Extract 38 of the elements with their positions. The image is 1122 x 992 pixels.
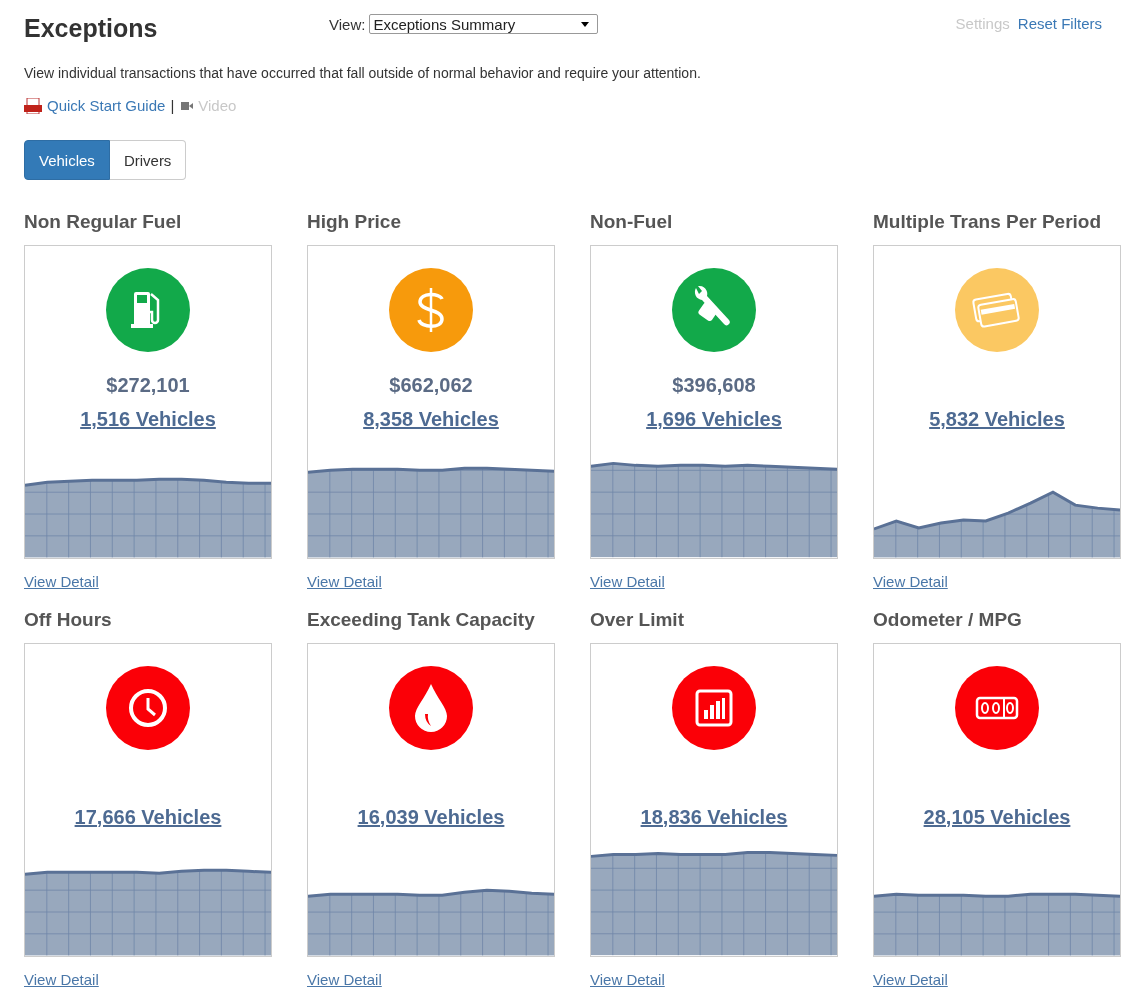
view-detail-link[interactable]: View Detail [307, 573, 382, 590]
card-title: Non Regular Fuel [24, 211, 182, 233]
vehicle-count-link[interactable]: 5,832 Vehicles [929, 408, 1065, 431]
view-select[interactable]: Exceptions Summary [369, 14, 599, 34]
vehicle-count-link[interactable]: 17,666 Vehicles [74, 806, 222, 829]
card-title: Multiple Trans Per Period [873, 211, 1102, 233]
view-detail-link[interactable]: View Detail [307, 971, 382, 988]
tab[interactable]: Drivers [109, 140, 187, 180]
card-title: High Price [307, 211, 401, 233]
view-label: View: [329, 15, 366, 33]
view-detail-link[interactable]: View Detail [24, 573, 99, 590]
video-camera-icon [181, 100, 194, 111]
view-detail-link[interactable]: View Detail [590, 971, 665, 988]
page-title: Exceptions [24, 13, 159, 44]
vehicle-count-link[interactable]: 1,516 Vehicles [80, 408, 216, 431]
card-title: Odometer / MPG [873, 609, 1022, 631]
vehicle-count-link[interactable]: 1,696 Vehicles [646, 408, 782, 431]
view-detail-link[interactable]: View Detail [590, 573, 665, 590]
description-text: View individual transactions that have occurred that fall outside of normal behavior and require your attention. [24, 65, 702, 81]
separator: | [170, 97, 175, 114]
card-title: Non-Fuel [590, 211, 673, 233]
view-detail-link[interactable]: View Detail [873, 971, 948, 988]
vehicle-count-link[interactable]: 18,836 Vehicles [640, 806, 788, 829]
card-title: Exceeding Tank Capacity [307, 609, 535, 631]
tab[interactable]: Vehicles [24, 140, 110, 180]
card-title: Off Hours [24, 609, 112, 631]
view-detail-link[interactable]: View Detail [873, 573, 948, 590]
amount-text: $272,101 [106, 374, 190, 398]
card-title: Over Limit [590, 609, 684, 631]
view-detail-link[interactable]: View Detail [24, 971, 99, 988]
vehicle-count-link[interactable]: 8,358 Vehicles [363, 408, 499, 431]
vehicle-count-link[interactable]: 28,105 Vehicles [923, 806, 1071, 829]
amount-text: $396,608 [672, 374, 756, 398]
quick-start-guide-link[interactable]: Quick Start Guide [47, 97, 166, 114]
amount-text: $662,062 [389, 374, 473, 398]
vehicle-count-link[interactable]: 16,039 Vehicles [357, 806, 505, 829]
header-link[interactable]: Reset Filters [1017, 15, 1102, 32]
caret-icon [581, 21, 590, 27]
